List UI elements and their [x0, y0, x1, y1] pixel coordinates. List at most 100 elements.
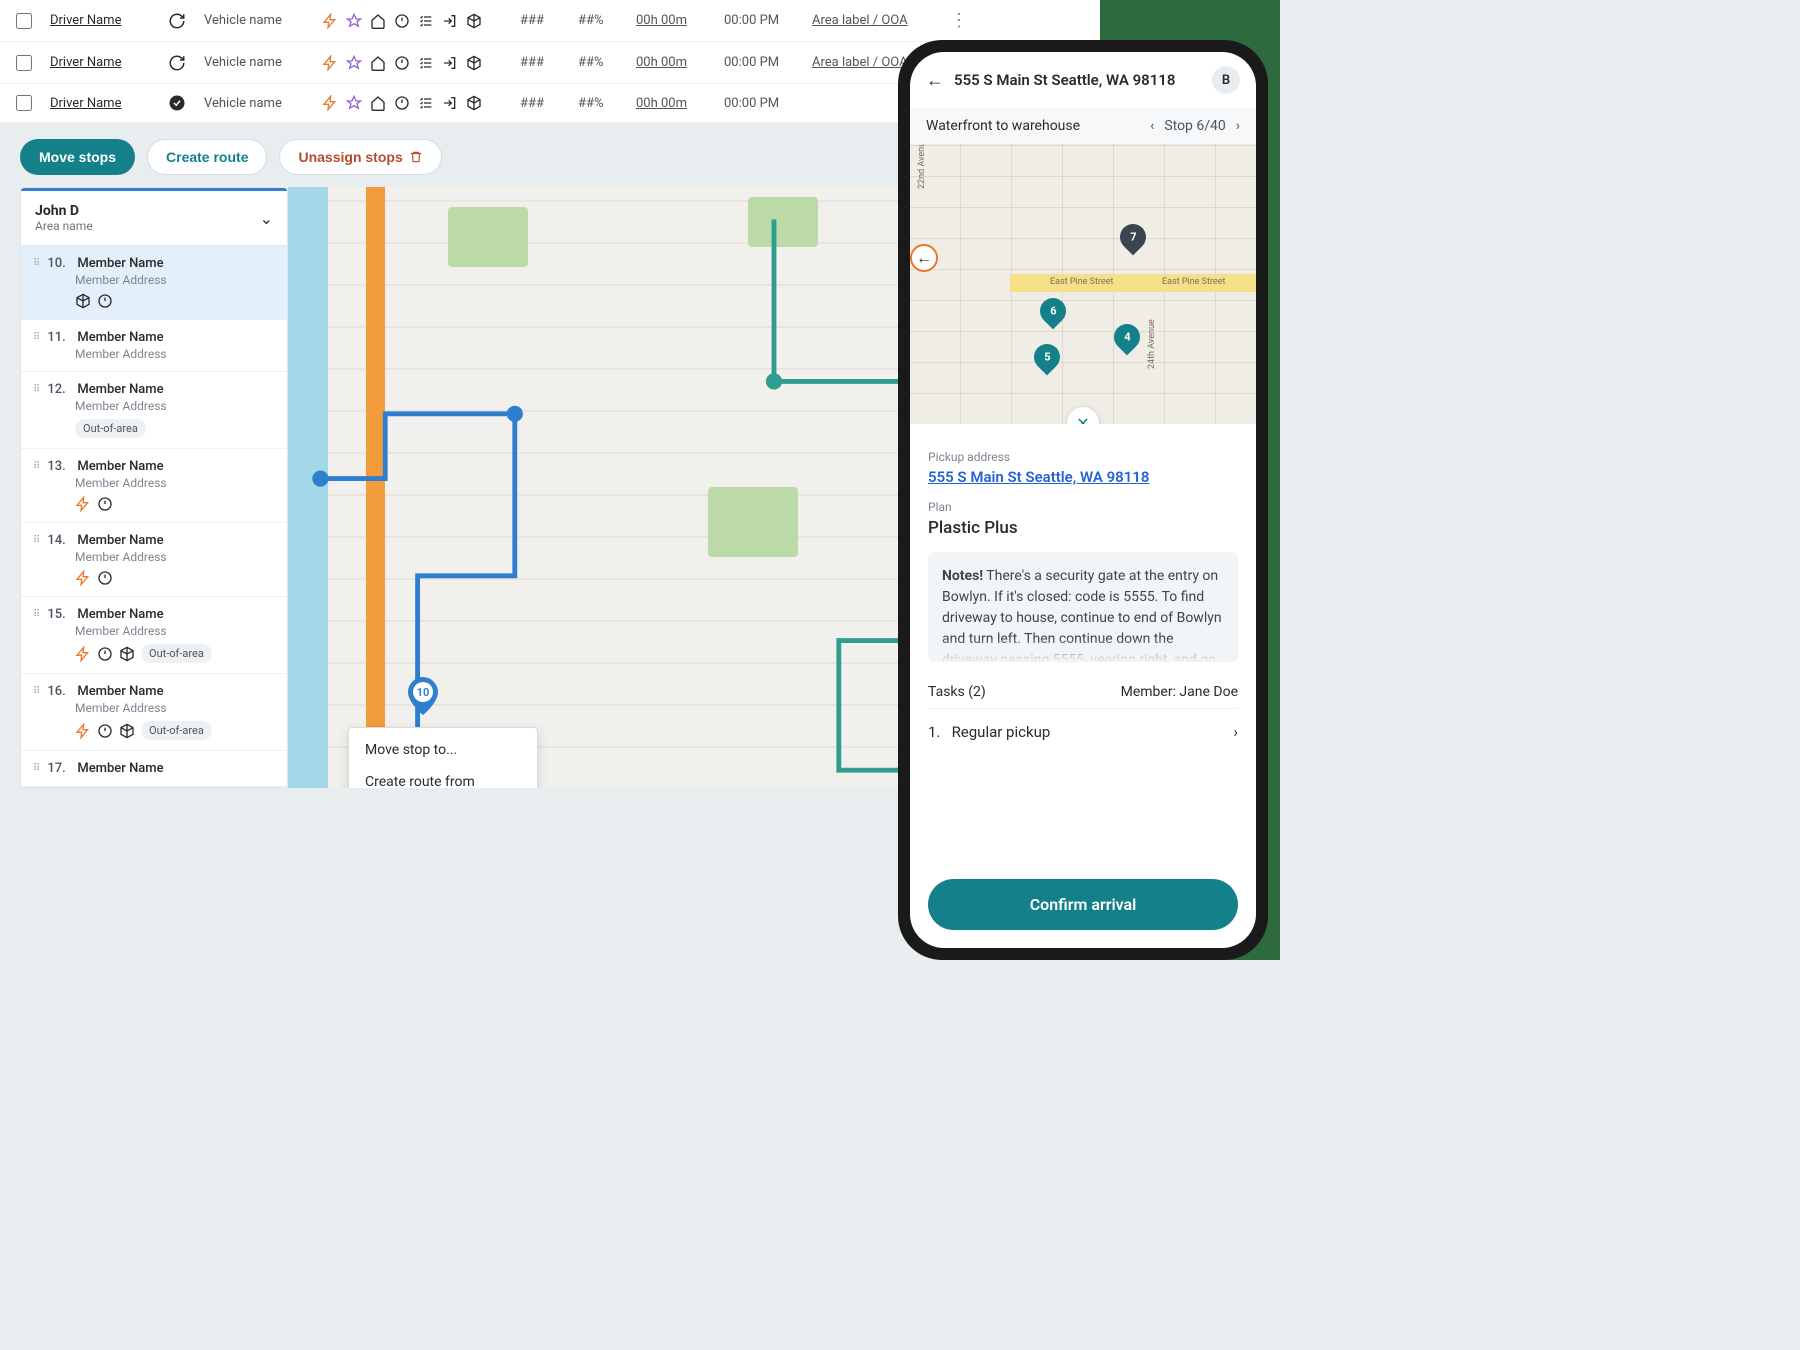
notes-box: Notes! There's a security gate at the en…	[928, 552, 1238, 662]
status-icons	[322, 13, 502, 29]
stop-member-name: Member Name	[77, 684, 163, 699]
chevron-down-icon[interactable]: ⌄	[260, 209, 273, 228]
stop-counter: Stop 6/40	[1164, 118, 1225, 134]
stop-address: Member Address	[75, 273, 275, 287]
move-stops-button[interactable]: Move stops	[20, 139, 135, 175]
stop-number: 16.	[47, 684, 69, 699]
sidebar-header[interactable]: John D Area name ⌄	[21, 188, 287, 246]
home-icon	[370, 55, 386, 71]
task-item[interactable]: 1. Regular pickup ›	[928, 708, 1238, 755]
col-percent: ##%	[578, 96, 618, 111]
stop-number: 10.	[47, 256, 69, 271]
col-area[interactable]: Area label / OOA	[812, 13, 932, 28]
drag-handle-icon[interactable]: ⠿	[33, 609, 39, 620]
phone-subheader: Waterfront to warehouse ‹ Stop 6/40 ›	[910, 108, 1256, 144]
check-icon	[168, 94, 186, 112]
context-move-stop[interactable]: Move stop to...	[349, 734, 537, 766]
star-icon	[346, 55, 362, 71]
stop-item[interactable]: ⠿13.Member NameMember Address	[21, 449, 287, 523]
alert-icon	[97, 496, 113, 512]
bolt-icon	[322, 13, 338, 29]
avatar[interactable]: B	[1212, 66, 1240, 94]
stop-address: Member Address	[75, 624, 275, 638]
stop-address: Member Address	[75, 399, 275, 413]
ooa-badge: Out-of-area	[141, 644, 212, 663]
exit-icon	[442, 55, 458, 71]
package-icon	[466, 13, 482, 29]
home-icon	[370, 13, 386, 29]
stop-member-name: Member Name	[77, 330, 163, 345]
drag-handle-icon[interactable]: ⠿	[33, 686, 39, 697]
bolt-icon	[75, 646, 91, 662]
stop-item[interactable]: ⠿16.Member NameMember AddressOut-of-area	[21, 674, 287, 751]
phone-header: ← 555 S Main St Seattle, WA 98118 B	[910, 52, 1256, 108]
map-pin-10[interactable]: 10	[408, 677, 438, 715]
route-name: Waterfront to warehouse	[926, 118, 1080, 134]
stop-address: Member Address	[75, 701, 275, 715]
street-label: 24th Avenue	[1147, 319, 1157, 369]
stop-item[interactable]: ⠿14.Member NameMember Address	[21, 523, 287, 597]
list-icon	[418, 55, 434, 71]
unassign-stops-button[interactable]: Unassign stops	[279, 139, 441, 175]
refresh-icon	[168, 12, 186, 30]
stop-number: 17.	[47, 761, 69, 776]
driver-name-link[interactable]: Driver Name	[50, 13, 150, 28]
stop-item[interactable]: ⠿15.Member NameMember AddressOut-of-area	[21, 597, 287, 674]
bolt-icon	[75, 570, 91, 586]
stop-item[interactable]: ⠿12.Member NameMember AddressOut-of-area	[21, 372, 287, 449]
package-icon	[119, 723, 135, 739]
drag-handle-icon[interactable]: ⠿	[33, 535, 39, 546]
alert-icon	[394, 13, 410, 29]
back-arrow-icon[interactable]: ←	[926, 70, 944, 91]
driver-name-link[interactable]: Driver Name	[50, 96, 150, 111]
more-menu-icon[interactable]: ⋮	[950, 10, 968, 31]
col-count: ###	[520, 13, 560, 28]
street-label: 22nd Avenue	[917, 144, 927, 189]
col-time: 00:00 PM	[724, 96, 794, 111]
vehicle-name: Vehicle name	[204, 13, 304, 28]
drag-handle-icon[interactable]: ⠿	[33, 461, 39, 472]
svg-text:10: 10	[417, 686, 430, 699]
col-duration[interactable]: 00h 00m	[636, 13, 706, 28]
col-time: 00:00 PM	[724, 13, 794, 28]
driver-checkbox[interactable]	[16, 95, 32, 111]
stop-item[interactable]: ⠿10.Member NameMember Address	[21, 246, 287, 320]
tasks-label: Tasks (2)	[928, 684, 986, 700]
stop-item[interactable]: ⠿17.Member Name	[21, 751, 287, 787]
col-count: ###	[520, 96, 560, 111]
star-icon	[346, 13, 362, 29]
col-duration[interactable]: 00h 00m	[636, 96, 706, 111]
stop-item[interactable]: ⠿11.Member NameMember Address	[21, 320, 287, 372]
driver-checkbox[interactable]	[16, 55, 32, 71]
driver-checkbox[interactable]	[16, 13, 32, 29]
phone-map[interactable]: East Pine Street East Pine Street 22nd A…	[910, 144, 1256, 424]
drag-handle-icon[interactable]: ⠿	[33, 332, 39, 343]
list-icon	[418, 13, 434, 29]
confirm-arrival-button[interactable]: Confirm arrival	[928, 879, 1238, 930]
next-stop-icon[interactable]: ›	[1236, 118, 1240, 134]
drag-handle-icon[interactable]: ⠿	[33, 384, 39, 395]
member-label: Member: Jane Doe	[1121, 684, 1238, 700]
prev-stop-icon[interactable]: ‹	[1150, 118, 1154, 134]
pickup-address-label: Pickup address	[928, 450, 1238, 464]
pickup-address-link[interactable]: 555 S Main St Seattle, WA 98118	[928, 468, 1238, 486]
context-create-route[interactable]: Create route from	[349, 766, 537, 788]
exit-icon	[442, 95, 458, 111]
stop-member-name: Member Name	[77, 607, 163, 622]
driver-name-link[interactable]: Driver Name	[50, 55, 150, 70]
drag-handle-icon[interactable]: ⠿	[33, 763, 39, 774]
driver-row[interactable]: Driver Name Vehicle name ### ##% 00h 00m…	[0, 0, 1280, 42]
stops-sidebar: John D Area name ⌄ ⠿ 10. Member Name Member…	[20, 187, 288, 788]
create-route-button[interactable]: Create route	[147, 139, 267, 175]
street-label: East Pine Street	[1162, 277, 1225, 287]
bolt-icon	[75, 496, 91, 512]
trash-icon	[409, 150, 423, 164]
phone-address-title: 555 S Main St Seattle, WA 98118	[954, 71, 1175, 89]
drag-handle-icon[interactable]: ⠿	[33, 258, 39, 269]
home-icon	[370, 95, 386, 111]
bolt-icon	[322, 95, 338, 111]
stop-member-name: Member Name	[77, 533, 163, 548]
alert-icon	[394, 95, 410, 111]
street-label: East Pine Street	[1050, 277, 1113, 287]
col-duration[interactable]: 00h 00m	[636, 55, 706, 70]
